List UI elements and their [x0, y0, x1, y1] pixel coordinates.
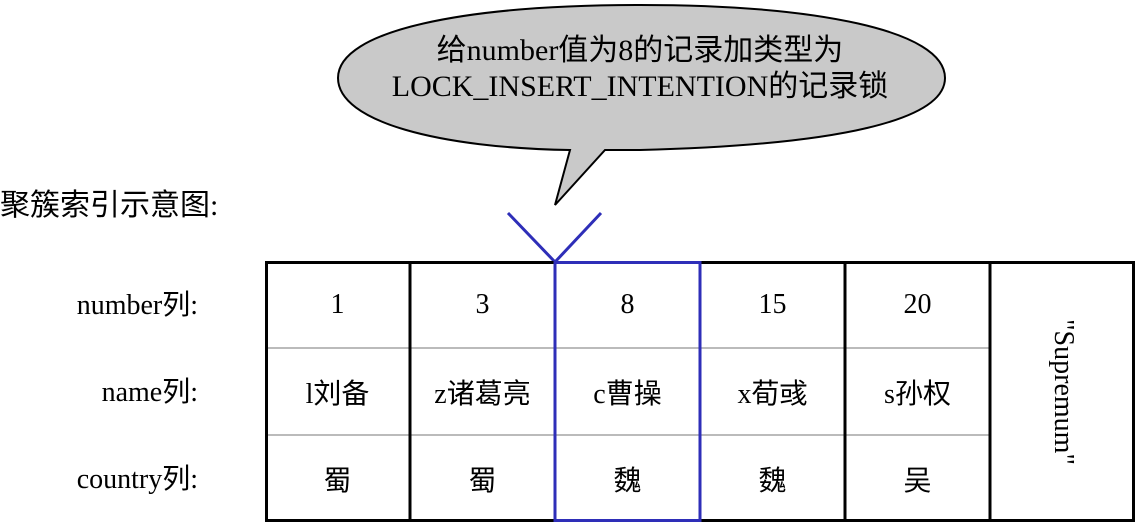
record-number-cell: 20 [903, 288, 932, 320]
record-number-cell: 3 [475, 288, 490, 320]
record-name-cell: x荀彧 [737, 378, 808, 410]
record-name-cell-highlighted: c曹操 [593, 378, 662, 410]
row-label-country: country列: [76, 464, 198, 495]
clustered-index-grid: 1 l刘备 蜀 3 z诸葛亮 蜀 8 c曹操 魏 15 x荀彧 魏 20 s孙权… [265, 261, 1135, 522]
supremum-label: "Supremum" [1047, 318, 1079, 465]
callout-text-line1: 给number值为8的记录加类型为 [436, 34, 844, 67]
row-label-name: name列: [101, 377, 198, 408]
diagram-title: 聚簇索引示意图: [0, 189, 219, 222]
record-country-cell-highlighted: 魏 [613, 465, 642, 497]
record-number-cell: 15 [758, 288, 787, 320]
lock-arrow-right-stroke [553, 211, 603, 264]
lock-arrow-left-stroke [506, 211, 557, 264]
record-country-cell: 魏 [758, 465, 787, 497]
record-country-cell: 蜀 [323, 465, 352, 497]
callout-text-line2: LOCK_INSERT_INTENTION的记录锁 [391, 70, 889, 103]
record-number-cell-highlighted: 8 [620, 288, 635, 320]
record-number-cell: 1 [330, 288, 345, 320]
record-country-cell: 吴 [903, 465, 932, 497]
row-label-number: number列: [76, 290, 198, 321]
record-name-cell: z诸葛亮 [434, 378, 531, 410]
supremum-record: "Supremum" [990, 261, 1135, 522]
record-name-cell: l刘备 [305, 378, 370, 410]
record-name-cell: s孙权 [884, 378, 951, 410]
record-country-cell: 蜀 [468, 465, 497, 497]
